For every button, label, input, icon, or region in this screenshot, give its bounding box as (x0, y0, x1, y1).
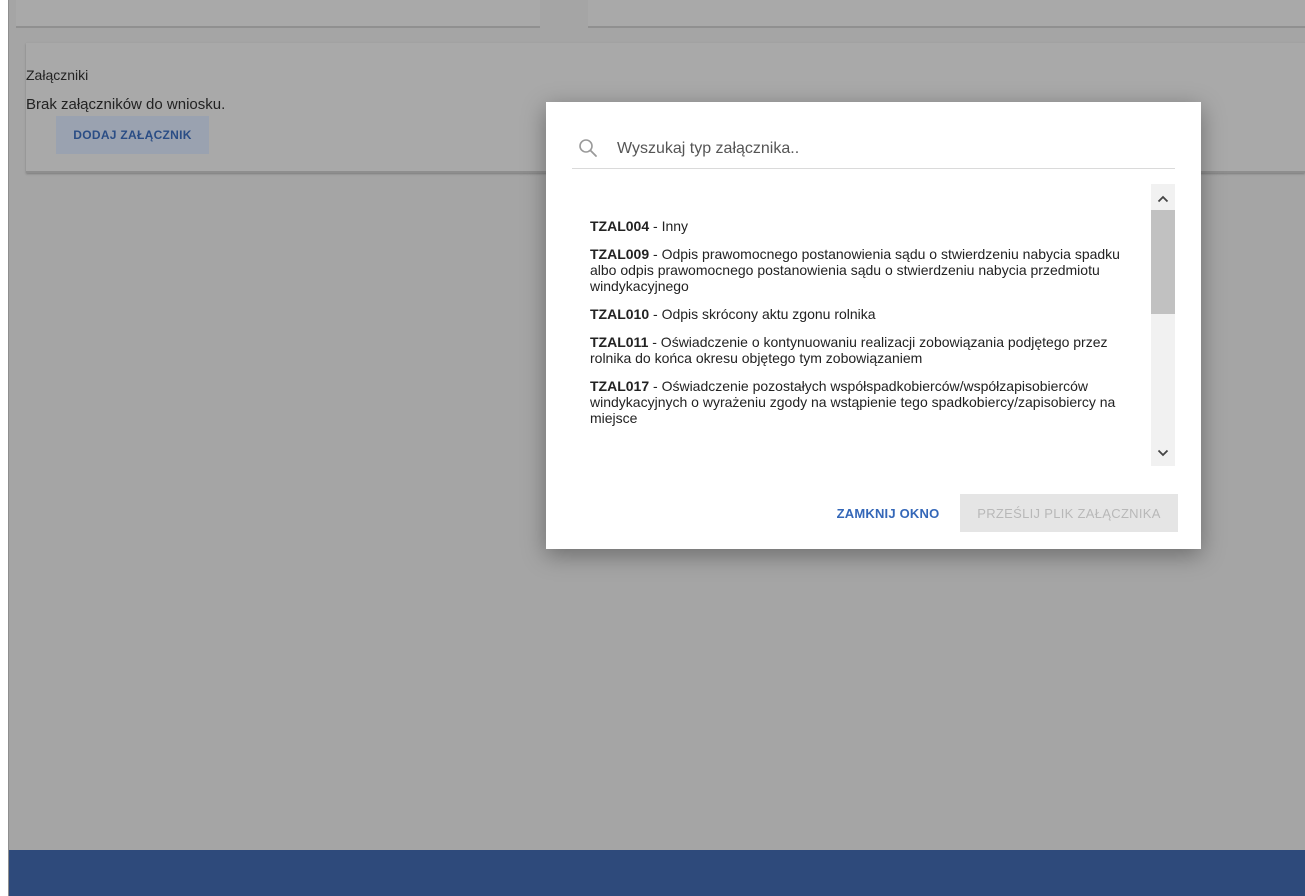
list-item[interactable]: TZAL009 - Odpis prawomocnego postanowien… (590, 246, 1150, 294)
chevron-down-icon (1157, 449, 1169, 457)
search-row (572, 132, 1175, 169)
attachments-title: Załączniki (26, 67, 89, 83)
chevron-up-icon (1157, 195, 1169, 203)
upload-attachment-button[interactable]: PRZEŚLIJ PLIK ZAŁĄCZNIKA (960, 494, 1178, 532)
top-card-right (588, 0, 1305, 28)
item-description: - Inny (649, 218, 689, 234)
item-code: TZAL011 (590, 334, 649, 350)
list-item[interactable]: TZAL004 - Inny (590, 218, 1150, 234)
search-input[interactable] (617, 136, 1157, 162)
item-code: TZAL009 (590, 246, 650, 262)
item-description: - Odpis prawomocnego postanowienia sądu … (590, 246, 1120, 294)
search-icon (578, 138, 598, 158)
item-description: - Oświadczenie o kontynuowaniu realizacj… (590, 334, 1108, 366)
attachment-type-list: TZAL004 - Inny TZAL009 - Odpis prawomocn… (572, 184, 1175, 466)
scroll-up-button[interactable] (1151, 188, 1175, 210)
list-item[interactable]: TZAL011 - Oświadczenie o kontynuowaniu r… (590, 334, 1150, 366)
item-code: TZAL017 (590, 378, 650, 394)
footer-bar (9, 850, 1305, 896)
list-item[interactable]: TZAL017 - Oświadczenie pozostałych współ… (590, 378, 1150, 426)
list-item[interactable]: TZAL010 - Odpis skrócony aktu zgonu roln… (590, 306, 1150, 322)
list-scrollbar[interactable] (1151, 184, 1175, 466)
item-description: - Odpis skrócony aktu zgonu rolnika (649, 306, 876, 322)
top-card-left (16, 0, 540, 28)
attachments-empty-message: Brak załączników do wniosku. (26, 96, 226, 113)
attachment-type-items: TZAL004 - Inny TZAL009 - Odpis prawomocn… (590, 218, 1150, 438)
scroll-thumb[interactable] (1151, 210, 1175, 314)
item-description: - Oświadczenie pozostałych współspadkobi… (590, 378, 1116, 426)
attachment-type-dialog: TZAL004 - Inny TZAL009 - Odpis prawomocn… (546, 102, 1201, 549)
page-left-edge (0, 0, 8, 896)
close-dialog-button[interactable]: ZAMKNIJ OKNO (818, 494, 958, 532)
item-code: TZAL004 (590, 218, 650, 234)
item-code: TZAL010 (590, 306, 650, 322)
add-attachment-button[interactable]: DODAJ ZAŁĄCZNIK (56, 116, 209, 154)
scroll-down-button[interactable] (1151, 442, 1175, 464)
